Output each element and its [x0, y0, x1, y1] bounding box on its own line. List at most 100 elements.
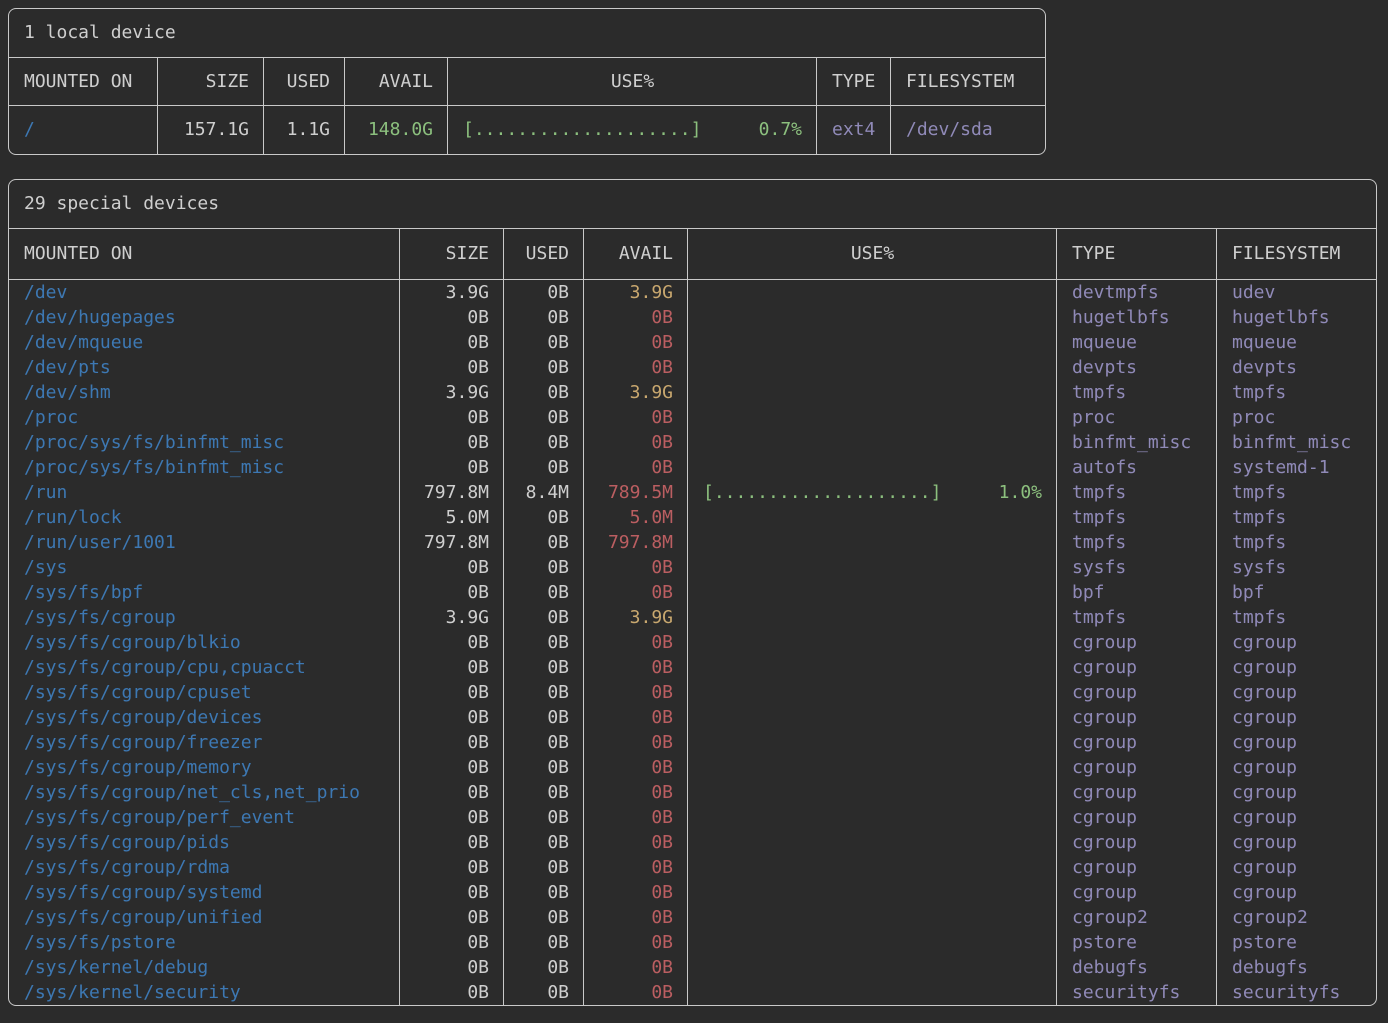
type-cell: devpts	[1057, 355, 1217, 380]
avail-cell: 3.9G	[584, 605, 688, 630]
used-cell: 0B	[504, 780, 584, 805]
size-cell: 5.0M	[400, 505, 504, 530]
used-cell: 0B	[504, 305, 584, 330]
usage-bar: [....................]	[703, 480, 941, 505]
device-row: /dev/shm3.9G0B3.9Gtmpfstmpfs	[9, 380, 1376, 405]
use-pct-cell: [....................]0.7%	[448, 106, 817, 154]
col-header-mounted-on: MOUNTED ON	[9, 58, 158, 105]
avail-cell: 0B	[584, 630, 688, 655]
size-cell: 0B	[400, 580, 504, 605]
mounted-on-cell: /sys/fs/cgroup/devices	[9, 705, 400, 730]
special-devices-table: 29 special devices MOUNTED ON SIZE USED …	[8, 179, 1377, 1006]
use-pct-cell	[688, 780, 1057, 805]
mounted-on-cell: /sys/fs/cgroup	[9, 605, 400, 630]
used-cell: 0B	[504, 455, 584, 480]
type-cell: debugfs	[1057, 955, 1217, 980]
use-pct-cell	[688, 605, 1057, 630]
col-header-use-pct: USE%	[448, 58, 817, 105]
avail-cell: 0B	[584, 755, 688, 780]
type-cell: cgroup	[1057, 755, 1217, 780]
filesystem-cell: cgroup	[1217, 680, 1377, 705]
used-cell: 0B	[504, 805, 584, 830]
used-cell: 0B	[504, 355, 584, 380]
size-cell: 0B	[400, 905, 504, 930]
device-row: /sys/fs/cgroup/blkio0B0B0Bcgroupcgroup	[9, 630, 1376, 655]
use-pct-cell	[688, 880, 1057, 905]
filesystem-cell: cgroup	[1217, 830, 1377, 855]
size-cell: 3.9G	[400, 605, 504, 630]
mounted-on-cell: /sys/fs/cgroup/blkio	[9, 630, 400, 655]
avail-cell: 0B	[584, 805, 688, 830]
size-cell: 0B	[400, 930, 504, 955]
device-row: /dev/pts0B0B0Bdevptsdevpts	[9, 355, 1376, 380]
device-row: /proc/sys/fs/binfmt_misc0B0B0Bbinfmt_mis…	[9, 430, 1376, 455]
avail-cell: 789.5M	[584, 480, 688, 505]
avail-cell: 0B	[584, 405, 688, 430]
avail-cell: 0B	[584, 655, 688, 680]
used-cell: 0B	[504, 880, 584, 905]
mounted-on-cell: /run/lock	[9, 505, 400, 530]
device-row: /sys/fs/cgroup/perf_event0B0B0Bcgroupcgr…	[9, 805, 1376, 830]
filesystem-cell: cgroup	[1217, 880, 1377, 905]
use-pct-cell	[688, 855, 1057, 880]
col-header-size: SIZE	[400, 229, 504, 279]
col-header-used: USED	[504, 229, 584, 279]
device-row: /sys/fs/cgroup/pids0B0B0Bcgroupcgroup	[9, 830, 1376, 855]
terminal-screen: { "colors": { "background": "#2b2b2b", "…	[0, 0, 1388, 1023]
type-cell: devtmpfs	[1057, 280, 1217, 305]
special-devices-header-row: MOUNTED ON SIZE USED AVAIL USE% TYPE FIL…	[9, 229, 1376, 280]
type-cell: proc	[1057, 405, 1217, 430]
local-devices-table: 1 local device MOUNTED ON SIZE USED AVAI…	[8, 8, 1046, 155]
device-row: /dev3.9G0B3.9Gdevtmpfsudev	[9, 280, 1376, 305]
used-cell: 0B	[504, 630, 584, 655]
filesystem-cell: mqueue	[1217, 330, 1377, 355]
use-pct-cell	[688, 930, 1057, 955]
device-row: /sys/kernel/debug0B0B0Bdebugfsdebugfs	[9, 955, 1376, 980]
size-cell: 0B	[400, 880, 504, 905]
mounted-on-cell: /	[9, 106, 158, 154]
filesystem-cell: tmpfs	[1217, 505, 1377, 530]
filesystem-cell: tmpfs	[1217, 530, 1377, 555]
avail-cell: 0B	[584, 580, 688, 605]
col-header-avail: AVAIL	[345, 58, 448, 105]
size-cell: 0B	[400, 555, 504, 580]
filesystem-cell: pstore	[1217, 930, 1377, 955]
col-header-avail: AVAIL	[584, 229, 688, 279]
device-row: /sys/fs/cgroup/rdma0B0B0Bcgroupcgroup	[9, 855, 1376, 880]
filesystem-cell: tmpfs	[1217, 480, 1377, 505]
device-row: /sys/fs/cgroup3.9G0B3.9Gtmpfstmpfs	[9, 605, 1376, 630]
use-pct-cell	[688, 680, 1057, 705]
use-pct-cell	[688, 555, 1057, 580]
usage-percent: 1.0%	[999, 480, 1042, 505]
size-cell: 0B	[400, 705, 504, 730]
mounted-on-cell: /dev/hugepages	[9, 305, 400, 330]
col-header-used: USED	[264, 58, 345, 105]
avail-cell: 3.9G	[584, 280, 688, 305]
use-pct-cell	[688, 655, 1057, 680]
used-cell: 0B	[504, 380, 584, 405]
used-cell: 0B	[504, 530, 584, 555]
col-header-type: TYPE	[817, 58, 891, 105]
type-cell: hugetlbfs	[1057, 305, 1217, 330]
device-row: /sys/fs/cgroup/freezer0B0B0Bcgroupcgroup	[9, 730, 1376, 755]
mounted-on-cell: /proc/sys/fs/binfmt_misc	[9, 430, 400, 455]
used-cell: 0B	[504, 730, 584, 755]
device-row: /sys/fs/cgroup/cpuset0B0B0Bcgroupcgroup	[9, 680, 1376, 705]
mounted-on-cell: /sys/fs/cgroup/pids	[9, 830, 400, 855]
type-cell: tmpfs	[1057, 380, 1217, 405]
filesystem-cell: systemd-1	[1217, 455, 1377, 480]
device-row: /sys/fs/cgroup/net_cls,net_prio0B0B0Bcgr…	[9, 780, 1376, 805]
type-cell: tmpfs	[1057, 505, 1217, 530]
avail-cell: 0B	[584, 880, 688, 905]
avail-cell: 5.0M	[584, 505, 688, 530]
type-cell: cgroup	[1057, 680, 1217, 705]
avail-cell: 0B	[584, 730, 688, 755]
mounted-on-cell: /sys/kernel/debug	[9, 955, 400, 980]
type-cell: cgroup	[1057, 630, 1217, 655]
avail-cell: 0B	[584, 930, 688, 955]
type-cell: tmpfs	[1057, 480, 1217, 505]
type-cell: cgroup	[1057, 705, 1217, 730]
type-cell: cgroup	[1057, 830, 1217, 855]
col-header-mounted-on: MOUNTED ON	[9, 229, 400, 279]
mounted-on-cell: /sys/fs/cgroup/rdma	[9, 855, 400, 880]
